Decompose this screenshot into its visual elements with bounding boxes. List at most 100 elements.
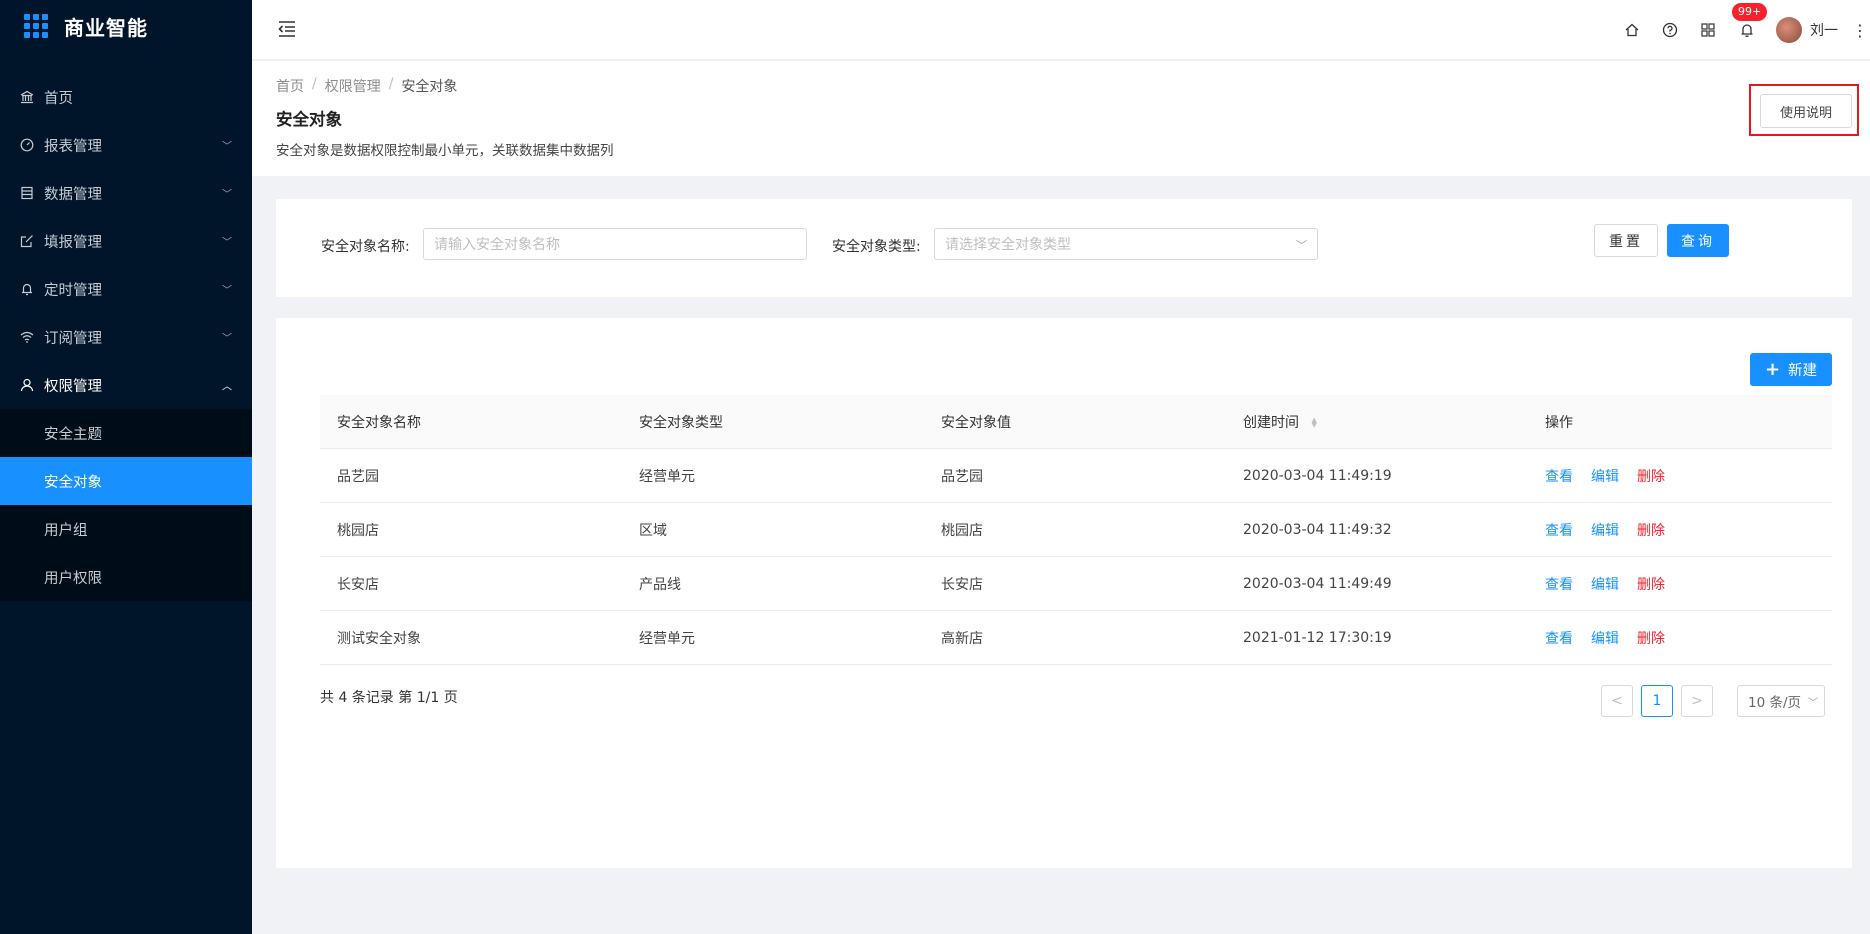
- sidebar-menu: 首页 报表管理 ﹀ 数据管理 ﹀ 填报管理 ﹀ 定时管理 ﹀ 订阅管理 ﹀ 权限…: [0, 73, 252, 601]
- delete-link[interactable]: 删除: [1637, 469, 1665, 485]
- sidebar-item-subscribe[interactable]: 订阅管理 ﹀: [0, 313, 252, 361]
- pagination: < 1 > 10 条/页 ﹀: [1593, 685, 1825, 717]
- search-panel: 安全对象名称: 请输入安全对象名称 安全对象类型: 请选择安全对象类型 ﹀ 重置…: [276, 199, 1852, 297]
- apps-icon[interactable]: [1698, 20, 1718, 40]
- sidebar-subitem-security-object[interactable]: 安全对象: [0, 457, 252, 505]
- cell-created: 2021-01-12 17:30:19: [1243, 629, 1392, 646]
- edit-link[interactable]: 编辑: [1591, 469, 1619, 485]
- select-placeholder: 请选择安全对象类型: [945, 237, 1071, 253]
- menu-fold-icon[interactable]: [276, 18, 298, 40]
- sidebar-item-schedule[interactable]: 定时管理 ﹀: [0, 265, 252, 313]
- chevron-down-icon: ﹀: [1808, 697, 1818, 709]
- notification-badge: 99+: [1732, 3, 1768, 21]
- next-page-button[interactable]: >: [1681, 685, 1713, 717]
- cell-name: 品艺园: [337, 468, 379, 485]
- sidebar-subitem-user-permission[interactable]: 用户权限: [0, 553, 252, 601]
- grid-logo-icon: [24, 14, 48, 38]
- new-button[interactable]: + 新建: [1750, 353, 1832, 386]
- breadcrumb-permissions[interactable]: 权限管理: [325, 76, 381, 96]
- page-number-button[interactable]: 1: [1641, 685, 1673, 717]
- sidebar-item-home[interactable]: 首页: [0, 73, 252, 121]
- chevron-down-icon: ﹀: [222, 189, 232, 201]
- sidebar-item-fill[interactable]: 填报管理 ﹀: [0, 217, 252, 265]
- sidebar-subitem-user-group[interactable]: 用户组: [0, 505, 252, 553]
- cell-created: 2020-03-04 11:49:19: [1243, 467, 1392, 484]
- name-search-input[interactable]: 请输入安全对象名称: [423, 228, 807, 260]
- notification-bell[interactable]: 99+: [1732, 3, 1768, 41]
- page-size-value: 10 条/页: [1748, 695, 1802, 711]
- username[interactable]: 刘一: [1810, 20, 1838, 40]
- cell-actions: 查看 编辑 删除: [1545, 628, 1665, 648]
- reset-button[interactable]: 重置: [1594, 224, 1658, 257]
- page-description: 安全对象是数据权限控制最小单元，关联数据集中数据列: [276, 143, 614, 159]
- plus-icon: +: [1764, 359, 1781, 380]
- view-link[interactable]: 查看: [1545, 577, 1573, 593]
- column-header-value: 安全对象值: [941, 414, 1011, 431]
- page-size-select[interactable]: 10 条/页 ﹀: [1737, 685, 1825, 717]
- breadcrumb-home[interactable]: 首页: [276, 76, 304, 96]
- chevron-down-icon: ﹀: [222, 333, 232, 345]
- sidebar-item-reports[interactable]: 报表管理 ﹀: [0, 121, 252, 169]
- view-link[interactable]: 查看: [1545, 523, 1573, 539]
- sidebar: 商业智能 首页 报表管理 ﹀ 数据管理 ﹀ 填报管理 ﹀ 定时管理 ﹀ 订阅管理…: [0, 0, 252, 934]
- sidebar-item-label: 数据管理: [44, 186, 102, 203]
- cell-created: 2020-03-04 11:49:32: [1243, 521, 1392, 538]
- table-row: 长安店 产品线 长安店 2020-03-04 11:49:49 查看 编辑 删除: [320, 557, 1832, 611]
- delete-link[interactable]: 删除: [1637, 523, 1665, 539]
- sidebar-item-label: 订阅管理: [44, 330, 102, 347]
- security-object-table: 安全对象名称 安全对象类型 安全对象值 创建时间 ▲ ▼ 操作 品艺园 经营单元 …: [320, 395, 1832, 665]
- chevron-down-icon: ﹀: [222, 141, 232, 153]
- table-header: 安全对象名称 安全对象类型 安全对象值 创建时间 ▲ ▼ 操作: [320, 395, 1832, 449]
- delete-link[interactable]: 删除: [1637, 631, 1665, 647]
- usage-guide-button[interactable]: 使用说明: [1760, 94, 1852, 128]
- table-row: 测试安全对象 经营单元 高新店 2021-01-12 17:30:19 查看 编辑…: [320, 611, 1832, 665]
- view-link[interactable]: 查看: [1545, 469, 1573, 485]
- sort-icon[interactable]: ▲ ▼: [1311, 416, 1316, 428]
- edit-link[interactable]: 编辑: [1591, 577, 1619, 593]
- table-row: 品艺园 经营单元 品艺园 2020-03-04 11:49:19 查看 编辑 删除: [320, 449, 1832, 503]
- query-button[interactable]: 查询: [1667, 224, 1729, 257]
- column-header-actions: 操作: [1545, 414, 1573, 431]
- database-icon: [20, 186, 34, 200]
- cell-type: 经营单元: [639, 468, 695, 485]
- breadcrumb-separator: /: [388, 76, 394, 92]
- table-panel: + 新建 安全对象名称 安全对象类型 安全对象值 创建时间 ▲ ▼ 操作 品艺园 …: [276, 318, 1852, 868]
- header-actions: 99+ 刘一 ⋮: [1622, 0, 1870, 60]
- table-row: 桃园店 区域 桃园店 2020-03-04 11:49:32 查看 编辑 删除: [320, 503, 1832, 557]
- wifi-icon: [20, 330, 34, 344]
- type-field-label: 安全对象类型:: [832, 239, 921, 255]
- chevron-down-icon: ﹀: [222, 285, 232, 297]
- cell-value: 桃园店: [941, 522, 983, 539]
- help-icon[interactable]: [1660, 20, 1680, 40]
- column-header-created[interactable]: 创建时间 ▲ ▼: [1243, 412, 1317, 432]
- prev-page-button[interactable]: <: [1601, 685, 1633, 717]
- edit-icon: [20, 234, 34, 248]
- app-logo[interactable]: 商业智能: [0, 0, 252, 52]
- sidebar-item-permissions[interactable]: 权限管理 ︿: [0, 361, 252, 409]
- column-header-type: 安全对象类型: [639, 414, 723, 431]
- delete-link[interactable]: 删除: [1637, 577, 1665, 593]
- cell-value: 长安店: [941, 576, 983, 593]
- page-header: 首页 / 权限管理 / 安全对象 安全对象 安全对象是数据权限控制最小单元，关联…: [252, 61, 1870, 176]
- bell-icon: [1741, 24, 1753, 37]
- edit-link[interactable]: 编辑: [1591, 523, 1619, 539]
- sidebar-item-data[interactable]: 数据管理 ﹀: [0, 169, 252, 217]
- cell-name: 测试安全对象: [337, 630, 421, 647]
- permissions-submenu: 安全主题 安全对象 用户组 用户权限: [0, 409, 252, 601]
- sidebar-item-label: 定时管理: [44, 282, 102, 299]
- type-select[interactable]: 请选择安全对象类型 ﹀: [934, 228, 1318, 260]
- edit-link[interactable]: 编辑: [1591, 631, 1619, 647]
- column-header-name: 安全对象名称: [337, 414, 421, 431]
- record-summary: 共 4 条记录 第 1/1 页: [320, 690, 458, 706]
- sidebar-item-label: 权限管理: [44, 378, 102, 395]
- more-vertical-icon[interactable]: ⋮: [1852, 21, 1868, 40]
- sidebar-item-label: 首页: [44, 90, 73, 107]
- view-link[interactable]: 查看: [1545, 631, 1573, 647]
- avatar[interactable]: [1776, 17, 1802, 43]
- home-icon[interactable]: [1622, 20, 1642, 40]
- dashboard-icon: [20, 138, 34, 152]
- sidebar-subitem-security-theme[interactable]: 安全主题: [0, 409, 252, 457]
- page-title: 安全对象: [276, 110, 342, 129]
- cell-type: 产品线: [639, 576, 681, 593]
- cell-type: 经营单元: [639, 630, 695, 647]
